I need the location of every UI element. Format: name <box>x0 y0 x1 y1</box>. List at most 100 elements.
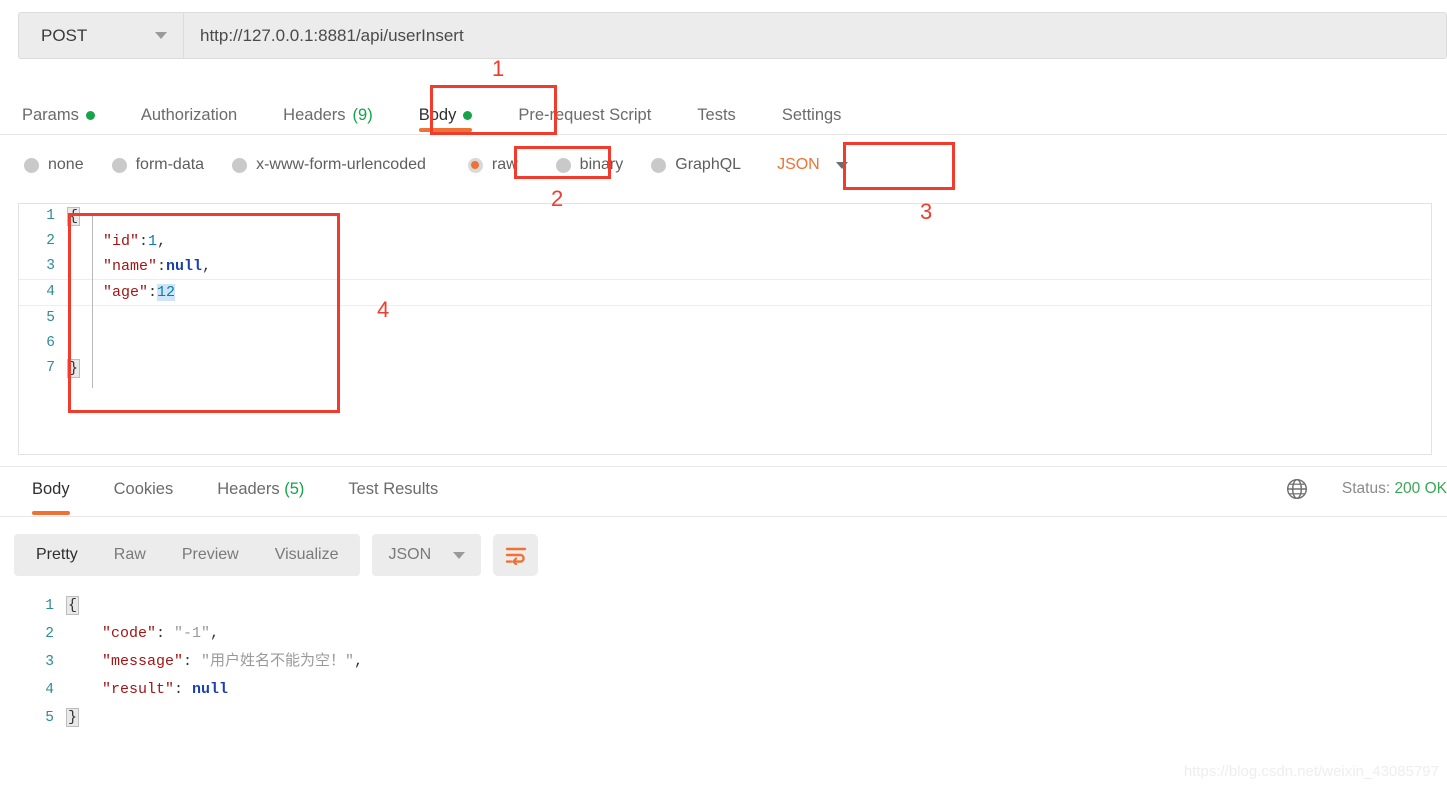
code-line-active: 4 "age":12 <box>19 279 1431 306</box>
tab-body-label: Body <box>418 105 457 124</box>
line-number: 4 <box>45 682 54 698</box>
code-line: 4 "result": null <box>18 676 1432 704</box>
response-status-zone: Status: 200 OK <box>1286 478 1447 500</box>
radio-icon-selected[interactable] <box>467 157 483 173</box>
json-key: "message" <box>102 653 184 670</box>
line-number: 6 <box>46 335 55 351</box>
json-value: "用户姓名不能为空！" <box>201 653 355 670</box>
body-type-raw-label: raw <box>491 156 518 173</box>
chevron-down-icon <box>155 32 167 39</box>
response-tab-test-results[interactable]: Test Results <box>348 471 438 516</box>
watermark: https://blog.csdn.net/weixin_43085797 <box>1183 763 1439 780</box>
green-dot-icon <box>463 110 473 120</box>
view-mode-preview[interactable]: Preview <box>164 534 257 576</box>
status-label: Status: <box>1341 480 1391 497</box>
json-key: "result" <box>102 681 175 698</box>
code-line: 5 <box>19 306 1431 331</box>
tab-params[interactable]: Params <box>22 86 95 134</box>
body-type-none[interactable]: none <box>24 156 84 174</box>
body-type-form-data-label: form-data <box>135 156 205 173</box>
code-line: 6 <box>19 331 1431 356</box>
code-text: "age":12 <box>103 284 176 301</box>
json-key: "code" <box>102 625 157 642</box>
response-body-viewer[interactable]: 1 { 2 "code": "-1", 3 "message": "用户姓名不能… <box>18 592 1432 732</box>
code-text: { <box>66 596 80 615</box>
raw-format-select[interactable]: JSON <box>777 156 848 174</box>
line-number: 1 <box>45 598 54 614</box>
response-tab-headers[interactable]: Headers (5) <box>217 471 304 516</box>
body-type-form-data[interactable]: form-data <box>111 156 205 174</box>
line-number: 7 <box>46 360 55 376</box>
body-type-graphql[interactable]: GraphQL <box>651 156 741 174</box>
code-line: 1 { <box>18 592 1432 620</box>
tab-pre-request-script[interactable]: Pre-request Script <box>518 86 651 134</box>
code-text: "result": null <box>102 681 229 698</box>
globe-icon <box>1286 478 1308 500</box>
request-body-editor[interactable]: 1 { 2 "id":1, 3 "name":null, 4 "age":12 … <box>18 203 1432 455</box>
body-type-urlencoded[interactable]: x-www-form-urlencoded <box>232 156 426 174</box>
tab-params-label: Params <box>22 105 79 124</box>
wrap-text-button[interactable] <box>493 534 539 576</box>
body-type-graphql-label: GraphQL <box>675 156 742 173</box>
body-type-binary[interactable]: binary <box>555 156 624 174</box>
radio-icon[interactable] <box>111 157 127 173</box>
tab-headers-label: Headers <box>283 105 346 124</box>
code-line: 3 "message": "用户姓名不能为空！", <box>18 648 1432 676</box>
radio-icon[interactable] <box>232 157 248 173</box>
code-text: { <box>67 207 81 226</box>
http-method-label: POST <box>41 25 88 45</box>
response-tab-body[interactable]: Body <box>32 471 70 516</box>
code-line: 5 } <box>18 704 1432 732</box>
response-format-select[interactable]: JSON <box>372 534 482 576</box>
body-type-none-label: none <box>48 156 84 173</box>
tab-settings[interactable]: Settings <box>782 86 842 134</box>
tab-tests[interactable]: Tests <box>697 86 736 134</box>
code-text: "message": "用户姓名不能为空！", <box>102 653 364 670</box>
response-tabs: Body Cookies Headers (5) Test Results <box>0 471 1447 517</box>
line-number: 2 <box>45 626 54 642</box>
tab-authorization[interactable]: Authorization <box>141 86 237 134</box>
request-code-area[interactable]: 1 { 2 "id":1, 3 "name":null, 4 "age":12 … <box>19 204 1431 381</box>
body-type-raw[interactable]: raw <box>467 156 518 174</box>
code-line: 7 } <box>19 356 1431 381</box>
view-mode-raw[interactable]: Raw <box>96 534 164 576</box>
body-type-binary-label: binary <box>579 156 624 173</box>
code-line: 3 "name":null, <box>19 254 1431 279</box>
chevron-down-icon <box>453 551 466 559</box>
tab-authorization-label: Authorization <box>140 105 238 124</box>
request-tabs: Params Authorization Headers (9) Body Pr… <box>0 86 1447 135</box>
radio-icon[interactable] <box>555 157 571 173</box>
view-mode-pretty[interactable]: Pretty <box>18 534 96 576</box>
wrap-text-icon <box>504 545 528 565</box>
response-tab-headers-label: Headers <box>217 480 280 498</box>
response-code-area: 1 { 2 "code": "-1", 3 "message": "用户姓名不能… <box>18 592 1432 732</box>
tab-settings-label: Settings <box>781 105 842 124</box>
radio-icon[interactable] <box>24 157 39 173</box>
line-number: 3 <box>46 258 55 274</box>
url-input[interactable]: http://127.0.0.1:8881/api/userInsert <box>183 12 1447 59</box>
response-toolbar: Pretty Raw Preview Visualize JSON <box>14 534 539 576</box>
line-number: 5 <box>46 310 55 326</box>
tab-body[interactable]: Body <box>418 86 473 134</box>
green-dot-icon <box>85 110 95 120</box>
body-type-row: none form-data x-www-form-urlencoded raw… <box>0 140 1447 190</box>
code-line: 1 { <box>19 204 1431 229</box>
tab-tests-label: Tests <box>697 105 736 124</box>
annotation-label-1: 1 <box>492 56 505 81</box>
code-text: "id":1, <box>103 233 167 250</box>
line-number: 5 <box>45 710 54 726</box>
chevron-down-icon <box>835 161 848 169</box>
http-method-select[interactable]: POST <box>18 12 183 59</box>
tab-pre-request-script-label: Pre-request Script <box>518 105 652 124</box>
json-value: "-1" <box>174 625 211 642</box>
response-format-label: JSON <box>388 546 432 563</box>
status-badge: Status: 200 OK <box>1342 480 1447 498</box>
code-text: } <box>66 708 80 727</box>
response-tab-cookies[interactable]: Cookies <box>114 471 174 516</box>
tab-headers[interactable]: Headers (9) <box>283 86 373 134</box>
radio-icon[interactable] <box>651 157 667 173</box>
status-value: 200 OK <box>1394 480 1447 497</box>
json-value: null <box>192 681 229 698</box>
response-tab-cookies-label: Cookies <box>113 480 174 498</box>
view-mode-visualize[interactable]: Visualize <box>257 534 357 576</box>
